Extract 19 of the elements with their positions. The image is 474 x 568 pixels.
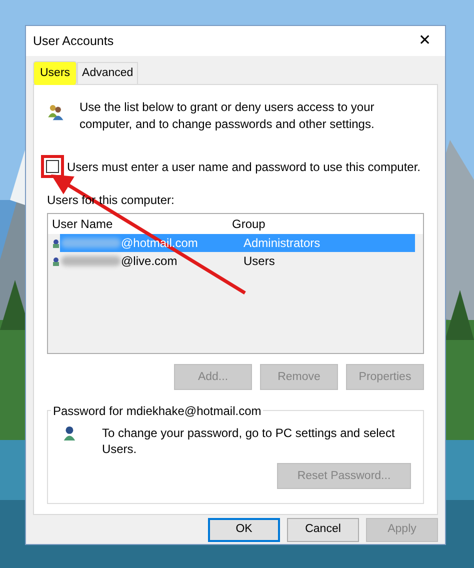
user-name: @live.com [121, 253, 178, 270]
dialog-button[interactable]: Cancel [287, 518, 359, 542]
user-icon [52, 238, 60, 248]
column-header[interactable]: User Name [48, 215, 228, 234]
user-icon [62, 425, 77, 442]
close-button[interactable]: ✕ [405, 26, 445, 56]
checkbox-label: Users must enter a user name and password to use this computer. [67, 158, 421, 176]
group-name: Users [242, 253, 276, 270]
password-text: To change your password, go to PC settings and select Users. [102, 425, 396, 458]
column-header[interactable]: Group [228, 215, 404, 234]
user-icon [52, 256, 60, 266]
checkbox[interactable] [46, 160, 59, 174]
tab[interactable]: Users [33, 61, 78, 86]
intro-text: Use the list below to grant or deny users access to your computer, and to change passwords and other settings. [79, 99, 376, 134]
dialog-button[interactable]: OK [208, 518, 280, 542]
tab[interactable]: Advanced [77, 62, 138, 84]
group-name: Administrators [242, 235, 322, 252]
window-title: User Accounts [33, 32, 114, 50]
user-row[interactable]: @live.com Users [60, 252, 415, 270]
